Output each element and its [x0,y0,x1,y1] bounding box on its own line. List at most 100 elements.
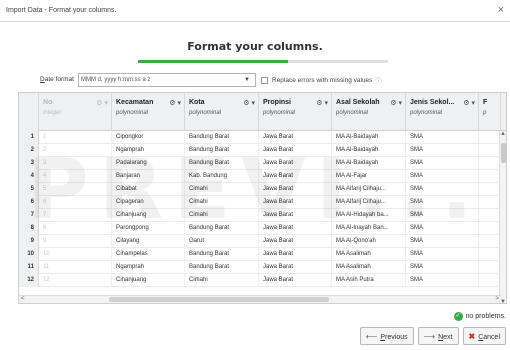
row-number: 5 [19,183,39,196]
vertical-scrollbar[interactable]: ▲ ▼ [499,131,506,303]
table-cell: MA Al-Baidayah [332,131,406,144]
table-cell: Padalarang [112,157,185,170]
table-row: 6 6 Cipageran Cimahi Jawa Barat MA Alfarij Ci… [19,196,506,209]
table-cell [479,170,501,183]
next-button[interactable]: ⟶ Next [417,327,459,345]
cancel-x-icon: ✖ [468,332,476,341]
gear-icon[interactable]: ⚙ ▾ [463,99,475,107]
table-cell: SMA [406,248,479,261]
table-cell: 7 [39,209,112,222]
validation-status: ✓ no problems. [453,312,506,321]
column-header[interactable]: Fp [479,93,501,131]
table-cell: 12 [39,274,112,287]
gear-icon[interactable]: ⚙ ▾ [390,99,402,107]
column-type: polynominal [116,110,149,116]
table-cell: 9 [39,235,112,248]
table-row: 8 8 Parongpong Bandung Barat Jawa Barat MA Al… [19,222,506,235]
table-cell [479,261,501,274]
table-cell: Cihanjuang [112,209,185,222]
table-cell: Cihampelas [112,248,185,261]
close-icon[interactable]: × [498,4,504,16]
page-title: Format your columns. [187,40,323,53]
table-cell: Ngamprah [112,144,185,157]
column-header[interactable]: No integer ⚙ ▾ [39,93,112,131]
table-cell: Cihanjuang [112,274,185,287]
table-cell: Ngamprah [112,261,185,274]
column-header[interactable]: Jenis Sekol... polynominal ⚙ ▾ [406,93,479,131]
table-cell: SMA [406,131,479,144]
date-format-select[interactable]: MMM d, yyyy h:mm:ss a z ▼ [78,73,256,87]
column-header[interactable]: Asal Sekolah polynominal ⚙ ▾ [332,93,406,131]
previous-button[interactable]: ⟵ Previous [359,327,414,345]
row-number: 12 [19,274,39,287]
row-number: 4 [19,170,39,183]
info-icon[interactable]: ⓘ [375,79,381,85]
row-number: 8 [19,222,39,235]
column-type: p [483,110,487,116]
replace-errors-option[interactable]: Replace errors with missing values ⓘ [261,76,381,85]
column-type: integer [43,110,62,116]
horizontal-scroll-thumb[interactable] [109,297,329,302]
table-cell: Jawa Barat [259,183,332,196]
table-cell: Cimahi [185,274,259,287]
horizontal-scrollbar[interactable]: < > [19,295,501,303]
table-cell: SMA [406,235,479,248]
table-cell: Jawa Barat [259,131,332,144]
gear-icon[interactable]: ⚙ ▾ [169,99,181,107]
column-header[interactable]: Kota polynominal ⚙ ▾ [185,93,259,131]
table-cell [479,157,501,170]
gear-icon[interactable]: ⚙ ▾ [316,99,328,107]
table-row: 4 4 Banjaran Kab. Bandung Jawa Barat MA Al-Fa… [19,170,506,183]
date-format-label: Date format [40,76,74,83]
table-cell: Bandung Barat [185,144,259,157]
table-cell: MA Asalimah [332,248,406,261]
column-type: polynominal [189,110,222,116]
column-header[interactable]: Kecamatan polynominal ⚙ ▾ [112,93,185,131]
row-number: 6 [19,196,39,209]
table-row: 12 12 Cihanjuang Cimahi Jawa Barat MA Asih Pu… [19,274,506,287]
table-cell: MA Al-Fajar [332,170,406,183]
table-cell: MA Alfarij Cilhaju... [332,196,406,209]
table-cell: Jawa Barat [259,274,332,287]
table-cell: SMA [406,170,479,183]
title-bar: Import Data - Format your columns. × [0,0,510,22]
table-row: 3 3 Padalarang Bandung Barat Jawa Barat MA Al… [19,157,506,170]
table-cell: Jawa Barat [259,235,332,248]
vertical-scroll-thumb[interactable] [501,143,506,163]
table-cell [479,274,501,287]
column-name: F [483,99,488,106]
column-header[interactable]: Propinsi polynominal ⚙ ▾ [259,93,332,131]
table-cell: MA Alfarij Cilhaju... [332,183,406,196]
scroll-left-icon[interactable]: < [21,296,25,302]
table-cell: SMA [406,196,479,209]
table-cell: 8 [39,222,112,235]
table-cell: Cipageran [112,196,185,209]
status-text: no problems. [465,313,506,320]
table-cell [479,131,501,144]
table-cell [479,222,501,235]
gear-icon[interactable]: ⚙ ▾ [243,99,255,107]
table-cell: SMA [406,274,479,287]
table-cell: Cipongkor [112,131,185,144]
cancel-button[interactable]: ✖ Cancel [462,327,506,345]
table-cell: Garut [185,235,259,248]
row-number-header [19,93,39,131]
gear-icon[interactable]: ⚙ ▾ [96,99,108,107]
table-cell: Bandung Barat [185,248,259,261]
table-row: 2 2 Ngamprah Bandung Barat Jawa Barat MA Al-B… [19,144,506,157]
window-title: Import Data - Format your columns. [6,7,117,14]
table-cell: SMA [406,144,479,157]
table-cell [479,183,501,196]
row-number: 11 [19,261,39,274]
column-type: polynominal [336,110,369,116]
table-cell: Cimahi [185,183,259,196]
table-row: 9 9 Cilayang Garut Jawa Barat MA Al-Qono'ah SM… [19,235,506,248]
table-cell: SMA [406,261,479,274]
table-cell: Cilayang [112,235,185,248]
replace-errors-checkbox[interactable] [261,77,268,84]
scroll-right-icon[interactable]: > [495,296,499,302]
scroll-up-icon[interactable]: ▲ [500,131,506,137]
table-cell: Jawa Barat [259,144,332,157]
table-row: 7 7 Cihanjuang Cimahi Jawa Barat MA Al-Hidaya… [19,209,506,222]
table-cell: MA Asalimah [332,261,406,274]
